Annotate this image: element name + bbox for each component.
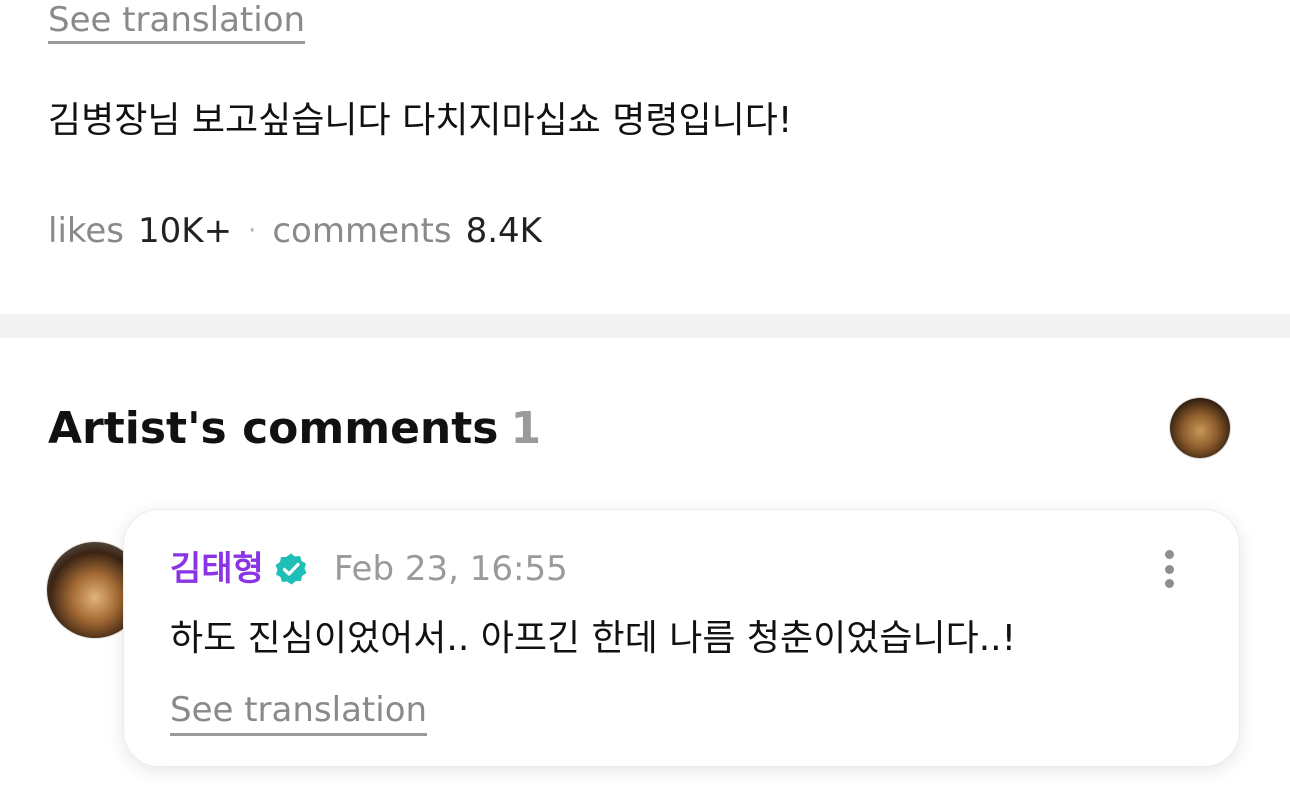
comment-author-name[interactable]: 김태형	[170, 546, 264, 592]
comment-text: 하도 진심이었어서.. 아프긴 한데 나름 청춘이었습니다..!	[170, 618, 1017, 659]
comment-timestamp: Feb 23, 16:55	[333, 549, 568, 589]
more-vertical-icon[interactable]	[1149, 546, 1189, 592]
section-divider	[0, 314, 1290, 338]
stats-separator: ·	[248, 216, 257, 246]
post-section: See translation 김병장님 보고싶습니다 다치지마십쇼 명령입니다…	[0, 0, 1290, 314]
more-dot	[1164, 579, 1174, 588]
comments-label: comments	[272, 211, 452, 251]
more-dot	[1164, 564, 1174, 574]
artist-comments-title-text: Artist's comments	[48, 403, 499, 454]
likes-label: likes	[48, 211, 125, 251]
artist-comments-section: Artist's comments 1 김태형 Feb 23, 16:55 하도…	[0, 338, 1290, 806]
artist-avatar-small[interactable]	[1170, 398, 1230, 458]
comment-see-translation-link[interactable]: See translation	[170, 688, 428, 736]
page: See translation 김병장님 보고싶습니다 다치지마십쇼 명령입니다…	[0, 0, 1290, 806]
comment-header: 김태형 Feb 23, 16:55	[170, 546, 568, 592]
more-dot	[1164, 550, 1174, 559]
post-text: 김병장님 보고싶습니다 다치지마십쇼 명령입니다!	[48, 100, 793, 141]
see-translation-link[interactable]: See translation	[48, 0, 306, 44]
post-stats: likes 10K+ · comments 8.4K	[48, 208, 542, 254]
artist-comments-count: 1	[510, 403, 542, 454]
comments-count[interactable]: 8.4K	[466, 208, 542, 254]
artist-comments-title: Artist's comments 1	[48, 402, 541, 456]
verified-badge-icon	[274, 552, 308, 586]
likes-count[interactable]: 10K+	[138, 208, 232, 254]
artist-comment-card: 김태형 Feb 23, 16:55 하도 진심이었어서.. 아프긴 한데 나름 …	[123, 509, 1240, 767]
